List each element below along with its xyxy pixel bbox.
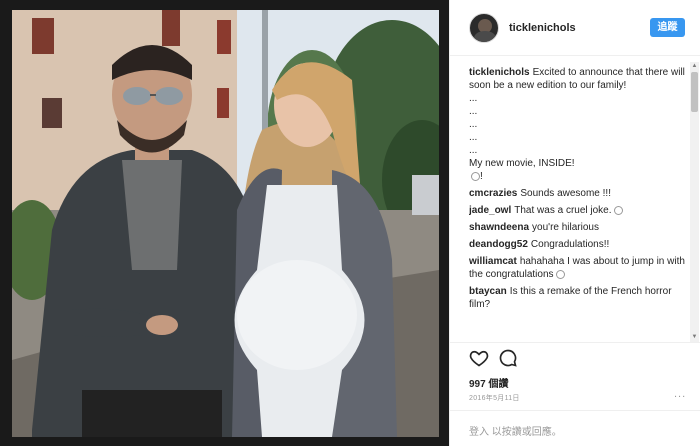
login-hint[interactable]: 登入 以按讚或回應。: [469, 423, 562, 438]
comments-list: ticklenichols Excited to announce that th…: [469, 66, 687, 342]
comment-username[interactable]: shawndeena: [469, 222, 529, 233]
list-item: btaycan Is this a remake of the French ho…: [469, 285, 687, 311]
heart-outline-icon[interactable]: [469, 348, 489, 368]
caption-line: ...: [469, 93, 478, 104]
ellipsis-icon[interactable]: ...: [674, 388, 686, 400]
caption-username[interactable]: ticklenichols: [469, 67, 530, 78]
emoji-icon: [613, 205, 623, 215]
comment-username[interactable]: jade_owl: [469, 205, 511, 216]
list-item: deandogg52 Congradulations!!: [469, 238, 687, 251]
comment-text: Congradulations!!: [530, 239, 610, 250]
caption: ticklenichols Excited to announce that th…: [469, 66, 687, 183]
emoji-icon: [471, 171, 480, 181]
comments-scrollbar[interactable]: ▲ ▼: [690, 62, 699, 342]
caption-line: ...: [469, 119, 478, 130]
caption-line: My new movie, INSIDE!: [469, 158, 575, 169]
comment-text: That was a cruel joke.: [514, 205, 612, 216]
caption-line: ...: [469, 145, 478, 156]
list-item: williamcat hahahaha I was about to jump i…: [469, 255, 687, 281]
caption-line: !: [480, 171, 483, 182]
comment-text: Sounds awesome !!!: [520, 188, 611, 199]
photo-pane: [0, 0, 449, 446]
post-sidebar: ticklenichols 追蹤 ticklenichols Excited to…: [449, 0, 700, 446]
likes-count[interactable]: 997 個讚: [469, 375, 508, 390]
divider: [450, 342, 700, 343]
comment-username[interactable]: deandogg52: [469, 239, 528, 250]
comment-username[interactable]: btaycan: [469, 286, 507, 297]
comment-bubble-icon[interactable]: [498, 348, 518, 368]
scrollbar-thumb[interactable]: [691, 72, 698, 112]
comment-text: you're hilarious: [532, 222, 599, 233]
post-date: 2016年5月11日: [469, 395, 520, 402]
list-item: cmcrazies Sounds awesome !!!: [469, 187, 687, 200]
avatar[interactable]: [469, 13, 499, 43]
comment-username[interactable]: williamcat: [469, 256, 517, 267]
list-item: jade_owl That was a cruel joke.: [469, 204, 687, 217]
comment-username[interactable]: cmcrazies: [469, 188, 517, 199]
scroll-up-icon[interactable]: ▲: [690, 62, 699, 71]
list-item: shawndeena you're hilarious: [469, 221, 687, 234]
caption-line: ...: [469, 106, 478, 117]
follow-button[interactable]: 追蹤: [650, 18, 685, 37]
emoji-icon: [555, 269, 565, 279]
avatar-body: [474, 31, 496, 42]
caption-line: ...: [469, 132, 478, 143]
scroll-down-icon[interactable]: ▼: [690, 333, 699, 342]
post-photo[interactable]: [12, 10, 439, 437]
divider: [450, 410, 700, 411]
post-header: ticklenichols 追蹤: [450, 0, 700, 56]
header-username[interactable]: ticklenichols: [509, 22, 576, 34]
